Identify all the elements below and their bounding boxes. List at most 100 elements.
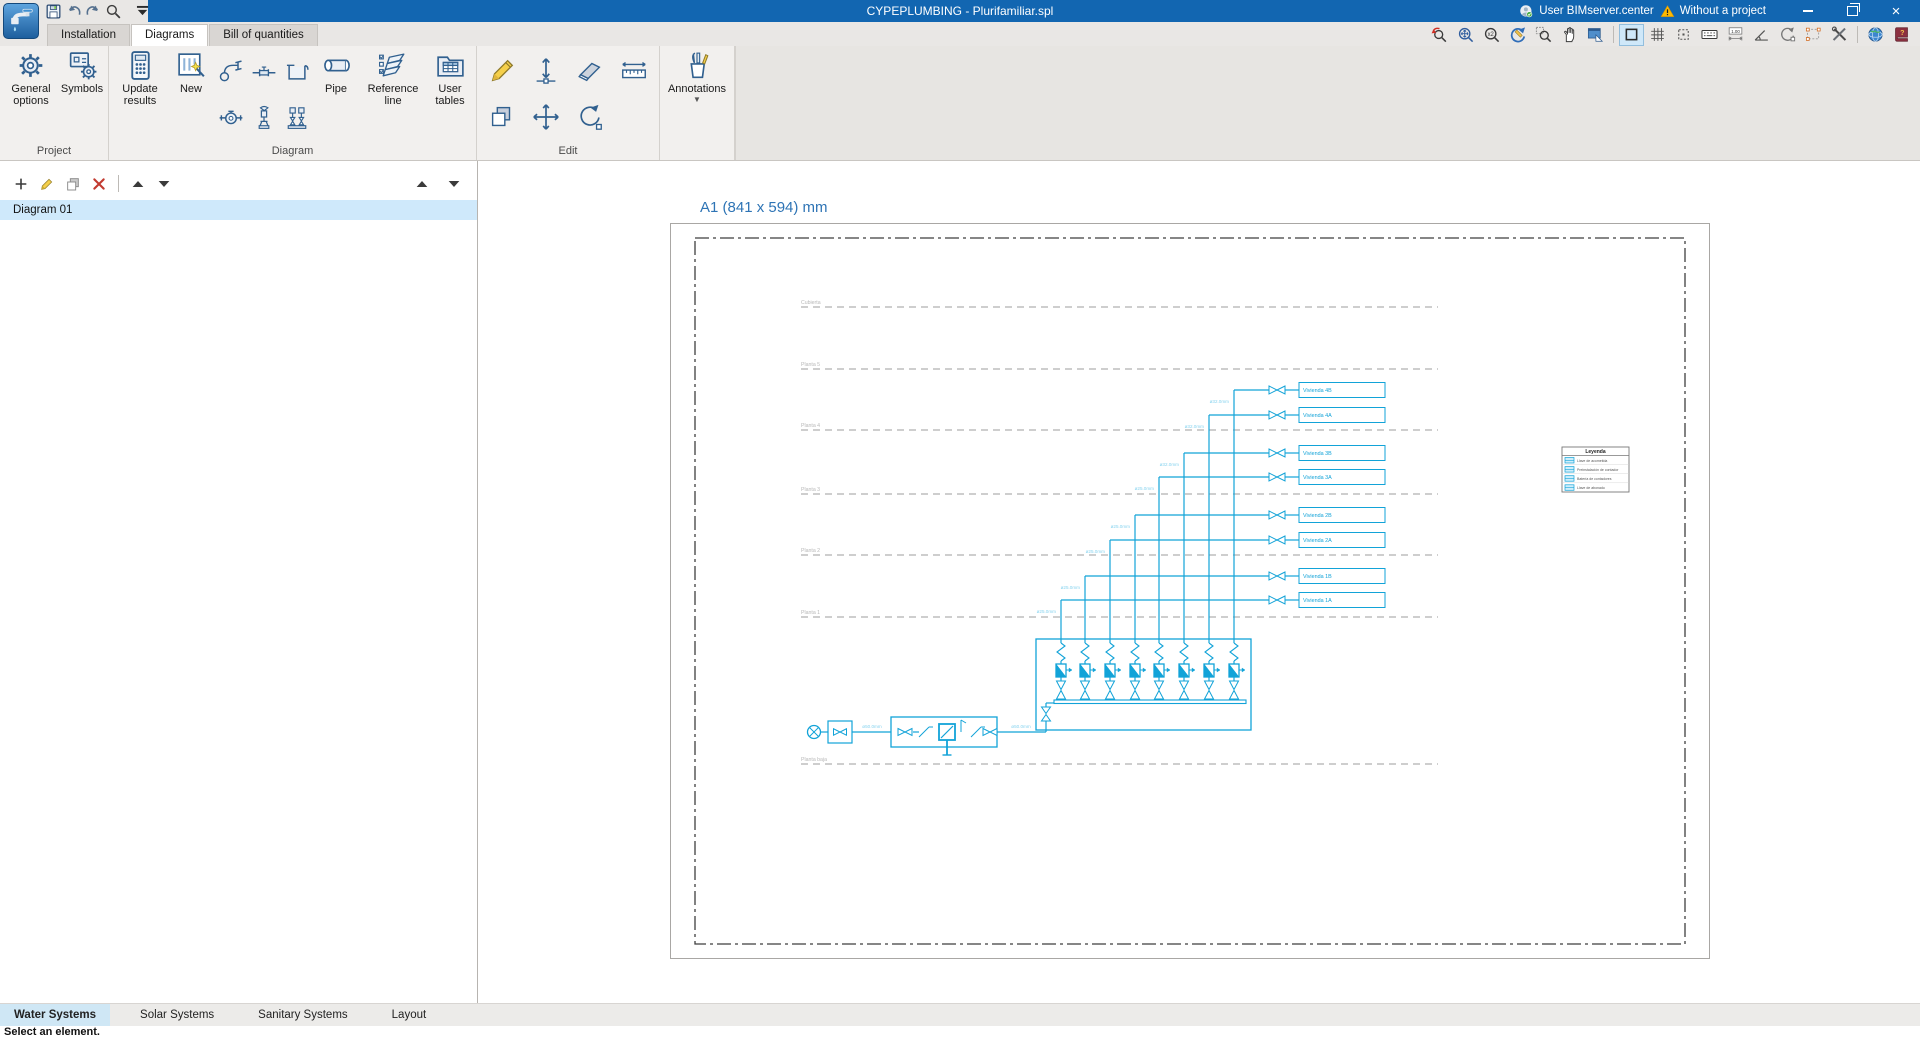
zoom-scale-icon[interactable]: x2	[1479, 24, 1504, 46]
selection-icon[interactable]	[1801, 24, 1826, 46]
copy-squares-icon[interactable]	[62, 173, 84, 195]
zoom-extents-icon[interactable]	[1453, 24, 1478, 46]
previous-view-icon[interactable]	[1583, 24, 1608, 46]
tri-down-icon[interactable]	[443, 173, 465, 195]
delete-x-icon[interactable]	[88, 173, 110, 195]
tri-down-icon[interactable]	[153, 173, 175, 195]
zoom-previous-icon[interactable]	[1427, 24, 1452, 46]
move-vertical-button[interactable]	[524, 48, 568, 94]
bimserver-user-button[interactable]: User BIMserver.center	[1519, 4, 1653, 19]
pump-button[interactable]	[247, 94, 280, 140]
new-diagram-icon	[174, 49, 208, 83]
annotations-button[interactable]: Annotations ▼	[663, 47, 731, 105]
pipe-icon	[319, 49, 353, 83]
restore-button[interactable]	[1830, 0, 1874, 22]
undo-icon[interactable]	[64, 1, 83, 21]
list-item[interactable]: Diagram 01	[0, 200, 477, 220]
keyboard-icon[interactable]	[1697, 24, 1722, 46]
reference-line-button[interactable]: Reference line	[359, 47, 427, 108]
faucet-symbol-button[interactable]	[214, 48, 247, 94]
ribbon-tab-row: InstallationDiagramsBill of quantities x…	[0, 22, 1920, 46]
save-icon[interactable]	[44, 1, 63, 21]
chevron-down-icon: ▼	[693, 96, 701, 105]
meter-preinstallation	[852, 717, 997, 755]
svg-text:ø50.0mm: ø50.0mm	[862, 724, 882, 729]
svg-text:ø32.0mm: ø32.0mm	[1160, 462, 1180, 467]
svg-text:Planta baja: Planta baja	[801, 757, 827, 763]
angle-icon[interactable]	[1749, 24, 1774, 46]
reference-line-icon	[376, 49, 410, 83]
tab-installation[interactable]: Installation	[47, 24, 130, 46]
user-tables-button[interactable]: User tables	[427, 47, 473, 108]
separator	[1857, 26, 1858, 43]
svg-text:ø25.0mm: ø25.0mm	[1086, 549, 1106, 554]
symbols-label: Symbols	[61, 83, 103, 95]
minimize-button[interactable]	[1786, 0, 1830, 22]
group-label-project: Project	[3, 145, 105, 160]
drawing-sheet[interactable]: CubiertaPlanta 5Planta 4Planta 3Planta 2…	[670, 223, 1710, 959]
tab-bill-of-quantities[interactable]: Bill of quantities	[209, 24, 318, 46]
globe-icon[interactable]	[1863, 24, 1888, 46]
zoom-search-icon[interactable]	[104, 1, 123, 21]
meter-battery-button[interactable]	[280, 94, 313, 140]
group-label-diagram: Diagram	[112, 145, 473, 160]
copy-button[interactable]	[480, 94, 524, 140]
project-status[interactable]: Without a project	[1660, 4, 1766, 19]
tri-up-icon[interactable]	[127, 173, 149, 195]
new-diagram-button[interactable]: New	[168, 47, 214, 95]
ribbon: General options Symbols Project Update r…	[0, 46, 1920, 161]
bottom-tab-solar-systems[interactable]: Solar Systems	[126, 1004, 228, 1026]
diagram-list: Diagram 01	[0, 200, 477, 220]
general-options-button[interactable]: General options	[3, 47, 59, 108]
tab-diagrams[interactable]: Diagrams	[131, 24, 208, 46]
redo-icon[interactable]	[84, 1, 103, 21]
pipe-button[interactable]: Pipe	[313, 47, 359, 95]
symbols-icon	[65, 49, 99, 83]
snap-icon[interactable]	[1671, 24, 1696, 46]
svg-text:1.00: 1.00	[1731, 29, 1740, 34]
svg-text:x2: x2	[1488, 32, 1494, 38]
view-toolbar: x2 1.00?	[1427, 23, 1914, 46]
ribbon-empty-area	[735, 46, 1920, 160]
bottom-tab-sanitary-systems[interactable]: Sanitary Systems	[244, 1004, 361, 1026]
bottom-tab-water-systems[interactable]: Water Systems	[0, 1004, 110, 1026]
symbols-button[interactable]: Symbols	[59, 47, 105, 95]
rotation-icon[interactable]	[1775, 24, 1800, 46]
water-meter-button[interactable]	[214, 94, 247, 140]
redraw-icon[interactable]	[1505, 24, 1530, 46]
svg-text:Vivienda 2A: Vivienda 2A	[1303, 538, 1332, 544]
svg-text:Planta 5: Planta 5	[801, 362, 820, 368]
rotate-button[interactable]	[568, 94, 612, 140]
edit-pencil-icon[interactable]	[36, 173, 58, 195]
svg-text:Vivienda 3A: Vivienda 3A	[1303, 475, 1332, 481]
close-button[interactable]: ×	[1874, 0, 1918, 22]
svg-text:ø32.0mm: ø32.0mm	[1210, 399, 1230, 404]
more-dropdown-icon[interactable]	[133, 1, 152, 21]
edit-element-button[interactable]	[480, 48, 524, 94]
tri-up-icon[interactable]	[411, 173, 433, 195]
ribbon-group-project: General options Symbols Project	[0, 46, 109, 160]
add-icon[interactable]	[10, 173, 32, 195]
diagram-list-toolbar	[0, 171, 477, 197]
zoom-window-icon[interactable]	[1531, 24, 1556, 46]
grid-icon[interactable]	[1645, 24, 1670, 46]
app-logo-faucet-icon[interactable]	[3, 3, 39, 39]
valve-fitting-button[interactable]	[247, 48, 280, 94]
ortho-icon[interactable]	[1619, 24, 1644, 46]
erase-button[interactable]	[568, 48, 612, 94]
svg-text:Vivienda 4A: Vivienda 4A	[1303, 413, 1332, 419]
bottom-tab-layout[interactable]: Layout	[378, 1004, 441, 1026]
tank-button[interactable]	[280, 48, 313, 94]
update-results-button[interactable]: Update results	[112, 47, 168, 108]
help-book-icon[interactable]: ?	[1889, 24, 1914, 46]
ribbon-group-diagram: Update results New Pipe	[109, 46, 477, 160]
tools-icon[interactable]	[1827, 24, 1852, 46]
drawing-canvas[interactable]: A1 (841 x 594) mm CubiertaPlanta 5Planta…	[478, 161, 1920, 1003]
svg-text:Planta 1: Planta 1	[801, 610, 820, 616]
svg-text:ø25.0mm: ø25.0mm	[1037, 609, 1057, 614]
svg-text:ø25.0mm: ø25.0mm	[1061, 585, 1081, 590]
move-button[interactable]	[524, 94, 568, 140]
measure-button[interactable]	[612, 48, 656, 94]
pan-icon[interactable]	[1557, 24, 1582, 46]
dimension-icon[interactable]: 1.00	[1723, 24, 1748, 46]
